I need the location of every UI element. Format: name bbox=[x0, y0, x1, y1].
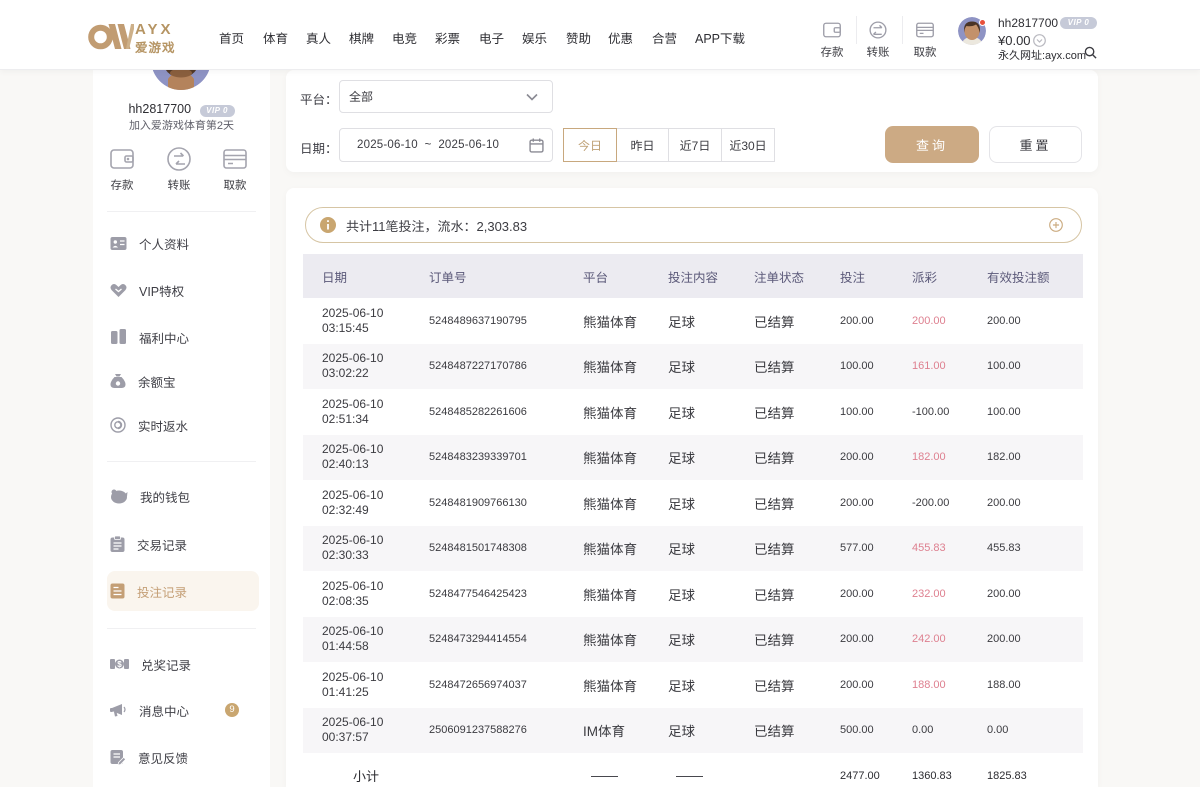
svg-text:$: $ bbox=[117, 660, 122, 669]
